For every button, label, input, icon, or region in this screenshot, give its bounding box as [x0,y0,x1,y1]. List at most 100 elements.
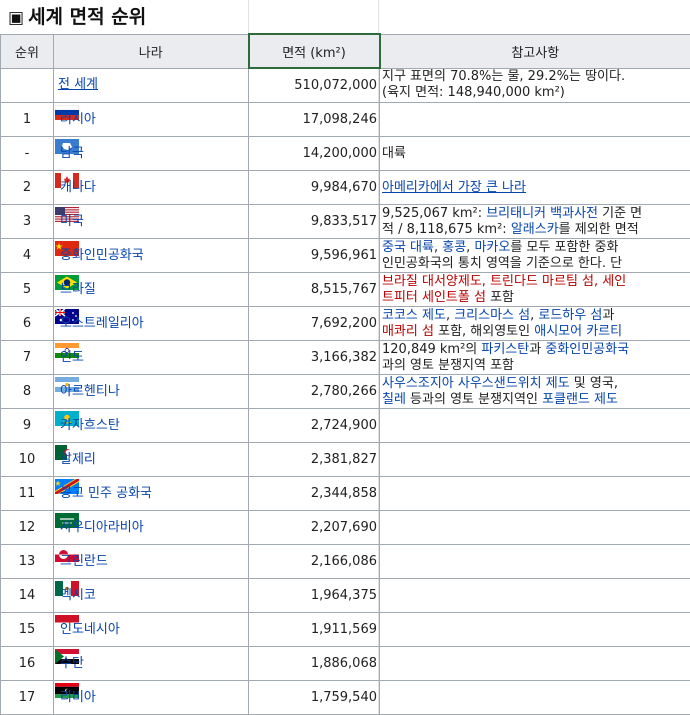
rank-cell: 3 [1,205,54,239]
notes-cell [380,613,690,647]
note-text: 및 영국, [570,376,618,391]
notes-cell: 사우스조지아 사우스샌드위치 제도 및 영국,칠레 등과의 영토 분쟁지역인 포… [380,375,690,409]
country-link[interactable]: 사우디아라비아 [56,520,144,535]
country-link[interactable]: 미국 [56,214,84,229]
country-link[interactable]: 브라질 [56,282,96,297]
notes-cell [380,511,690,545]
note-line: 120,849 km²의 파키스탄과 중화인민공화국 [382,342,688,358]
note-link[interactable]: 중화인민공화국 [545,342,629,357]
note-line: 인민공화국의 통치 영역을 기준으로 한다. 단 [382,256,688,272]
country-link[interactable]: 오스트레일리아 [56,316,144,331]
area-ranking-table: 순위 나라 면적 (km²) 참고사항 전 세계 510,072,000지구 표면… [0,33,690,715]
note-link[interactable]: 아메리카에서 가장 큰 나라 [382,180,526,195]
note-link[interactable]: 파키스탄 [481,342,529,357]
country-cell: 러시아 [54,103,249,137]
area-cell: 2,344,858 [249,477,380,511]
table-row: 7인도3,166,382120,849 km²의 파키스탄과 중화인민공화국과의… [1,341,690,375]
note-link[interactable]: 칠레 [382,392,406,407]
note-text: 과 [529,342,545,357]
note-link[interactable]: 코코스 제도 [382,308,446,323]
table-row: 14멕시코1,964,375 [1,579,690,613]
rank-cell: - [1,137,54,171]
note-link[interactable]: 알래스카 [511,222,559,237]
note-text: 를 제외한 면적 [559,222,639,237]
notes-cell: 9,525,067 km²: 브리태니커 백과사전 기준 면적 / 8,118,… [380,205,690,239]
country-link[interactable]: 콩고 민주 공화국 [56,486,152,501]
country-cell: 그린란드 [54,545,249,579]
country-link[interactable]: 수단 [56,656,84,671]
note-link[interactable]: 마카오 [474,240,510,255]
country-link[interactable]: 중화인민공화국 [56,248,144,263]
table-row: 1러시아17,098,246 [1,103,690,137]
table-row: 2캐나다9,984,670아메리카에서 가장 큰 나라 [1,171,690,205]
rank-cell: 12 [1,511,54,545]
area-cell: 3,166,382 [249,341,380,375]
page-title: ▣세계 면적 순위 [8,3,146,31]
table-row: 6오스트레일리아7,692,200코코스 제도, 크리스마스 섬, 로드하우 섬… [1,307,690,341]
rank-cell: 15 [1,613,54,647]
table-body: 전 세계 510,072,000지구 표면의 70.8%는 물, 29.2%는 땅… [1,68,690,715]
country-link[interactable]: 러시아 [56,112,96,127]
country-cell: 캐나다 [54,171,249,205]
area-cell: 510,072,000 [249,68,380,103]
note-line: 적 / 8,118,675 km²: 알래스카를 제외한 면적 [382,222,688,238]
country-link[interactable]: 카자흐스탄 [56,418,120,433]
table-row: 13그린란드2,166,086 [1,545,690,579]
country-cell: 카자흐스탄 [54,409,249,443]
table-row: 3미국9,833,5179,525,067 km²: 브리태니커 백과사전 기준… [1,205,690,239]
table-row: 17리비아1,759,540 [1,681,690,715]
note-link[interactable]: 브라질 대서양제도, 트린다드 마르팀 섬, 세인 [382,274,626,289]
notes-cell: 지구 표면의 70.8%는 물, 29.2%는 땅이다.(육지 면적: 148,… [380,68,690,103]
column-header-notes[interactable]: 참고사항 [380,34,690,68]
note-link[interactable]: 애시모어 카르티 [534,324,622,339]
area-cell: 2,207,690 [249,511,380,545]
note-link[interactable]: 사우스조지아 사우스샌드위치 제도 [382,376,570,391]
country-cell: 오스트레일리아 [54,307,249,341]
note-text: 포함 [486,290,514,305]
rank-cell: 1 [1,103,54,137]
country-link[interactable]: 아르헨티나 [56,384,120,399]
country-link[interactable]: 남극 [56,146,84,161]
note-link[interactable]: 트피터 세인트폴 섬 [382,290,486,305]
country-link[interactable]: 캐나다 [56,180,96,195]
country-cell: 인도네시아 [54,613,249,647]
country-link[interactable]: 그린란드 [56,554,108,569]
table-row: 전 세계 510,072,000지구 표면의 70.8%는 물, 29.2%는 땅… [1,68,690,103]
country-link[interactable]: 리비아 [56,690,96,705]
notes-cell [380,477,690,511]
country-cell: 알제리 [54,443,249,477]
note-link[interactable]: 로드하우 섬 [538,308,602,323]
country-link[interactable]: 인도네시아 [56,622,120,637]
note-line: (육지 면적: 148,940,000 km²) [382,85,688,101]
note-link[interactable]: 중국 대륙 [382,240,434,255]
country-link[interactable]: 멕시코 [56,588,96,603]
note-text: 포함, 해외영토인 [434,324,534,339]
country-link[interactable]: 전 세계 [56,77,98,92]
table-row: 9카자흐스탄2,724,900 [1,409,690,443]
note-text: 인민공화국의 통치 영역을 기준으로 한다. 단 [382,256,622,271]
note-link[interactable]: 매콰리 섬 [382,324,434,339]
area-cell: 2,166,086 [249,545,380,579]
note-link[interactable]: 홍콩 [442,240,466,255]
note-link[interactable]: 포클랜드 제도 [542,392,618,407]
rank-cell: 11 [1,477,54,511]
column-header-area[interactable]: 면적 (km²) [249,34,380,68]
note-link[interactable]: 크리스마스 섬 [454,308,530,323]
country-cell: 인도 [54,341,249,375]
country-link[interactable]: 알제리 [56,452,96,467]
notes-cell [380,647,690,681]
column-header-country[interactable]: 나라 [54,34,249,68]
note-text: (육지 면적: 148,940,000 km²) [382,85,565,100]
table-row: 8아르헨티나2,780,266사우스조지아 사우스샌드위치 제도 및 영국,칠레… [1,375,690,409]
country-cell: 사우디아라비아 [54,511,249,545]
note-line: 브라질 대서양제도, 트린다드 마르팀 섬, 세인 [382,274,688,290]
note-line: 매콰리 섬 포함, 해외영토인 애시모어 카르티 [382,324,688,340]
column-header-rank[interactable]: 순위 [1,34,54,68]
note-link[interactable]: 브리태니커 백과사전 [486,206,598,221]
rank-cell: 8 [1,375,54,409]
notes-cell: 코코스 제도, 크리스마스 섬, 로드하우 섬과매콰리 섬 포함, 해외영토인 … [380,307,690,341]
rank-cell: 4 [1,239,54,273]
country-link[interactable]: 인도 [56,350,84,365]
rank-cell: 17 [1,681,54,715]
note-text: 대륙 [382,146,406,161]
